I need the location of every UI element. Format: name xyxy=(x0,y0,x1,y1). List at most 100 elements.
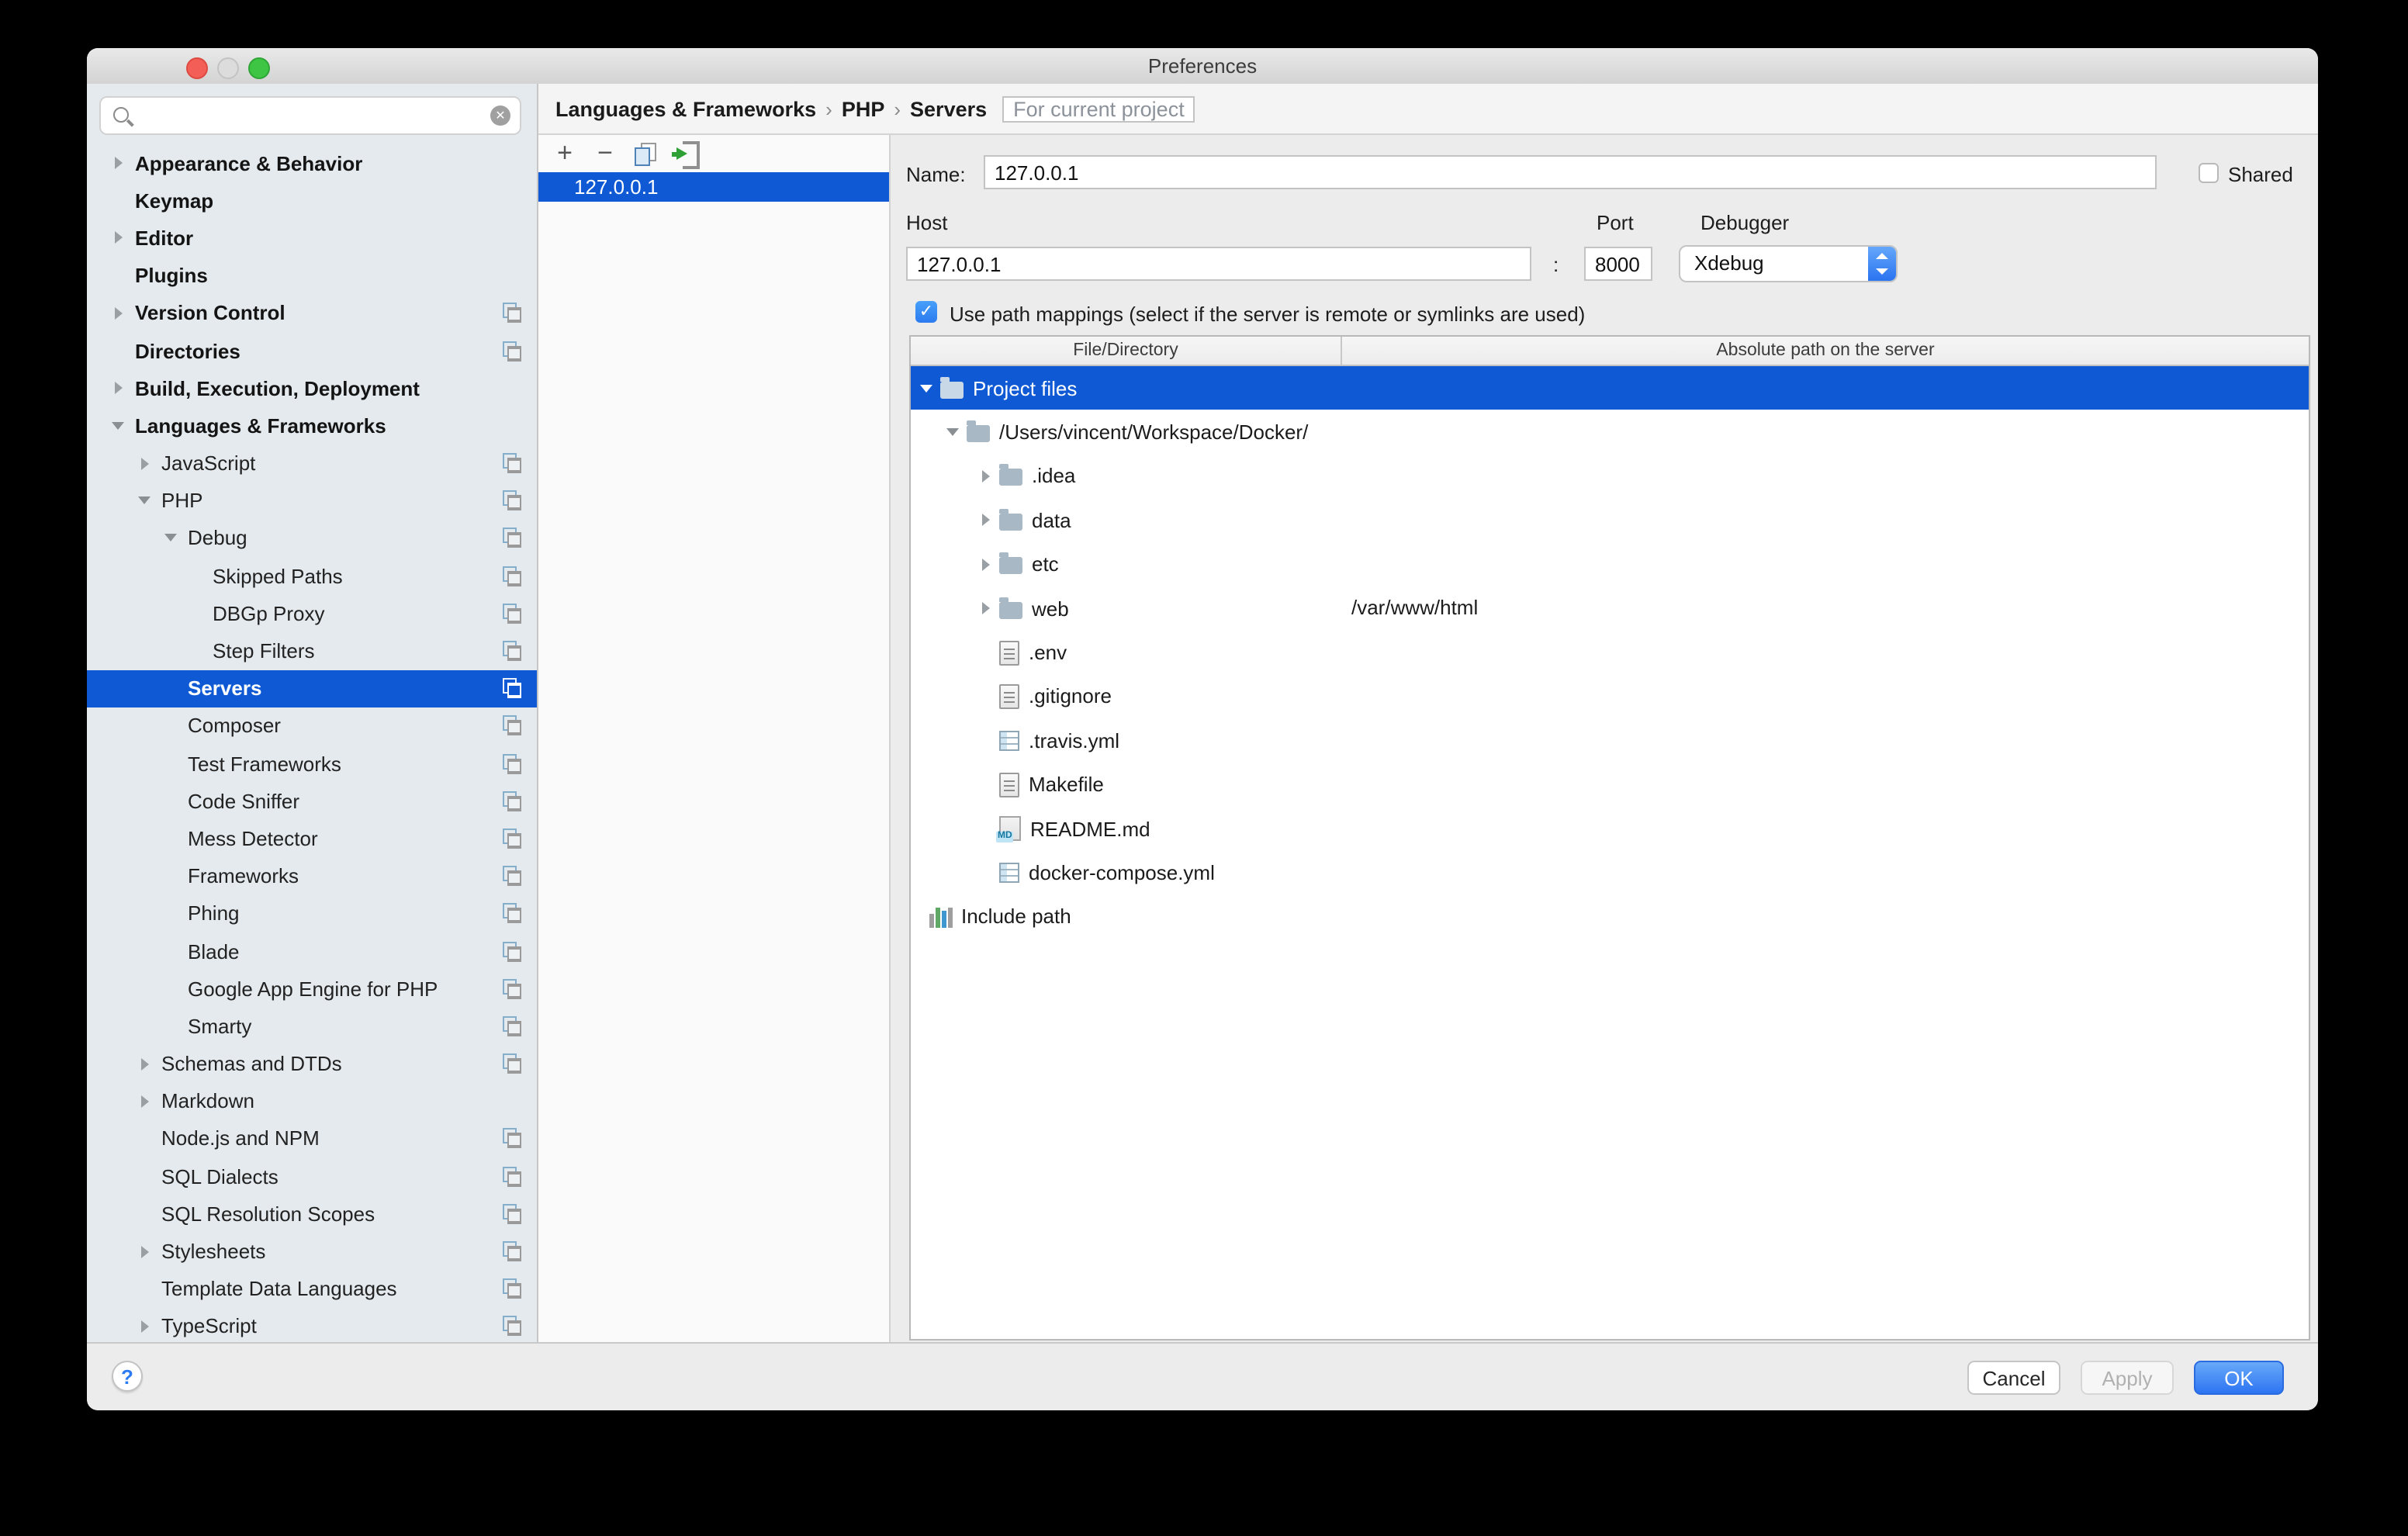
sidebar-item-phing[interactable]: Phing xyxy=(87,895,537,932)
remove-server-button[interactable]: − xyxy=(594,141,616,166)
chevron-right-icon[interactable] xyxy=(140,1245,148,1258)
table-row-env[interactable]: .env xyxy=(911,631,2309,675)
sidebar-item-directories[interactable]: Directories xyxy=(87,332,537,369)
chevron-right-icon[interactable] xyxy=(140,1095,148,1108)
sidebar-item-google-app-engine-php[interactable]: Google App Engine for PHP xyxy=(87,970,537,1007)
breadcrumb-servers[interactable]: Servers xyxy=(910,97,987,120)
chevron-down-icon[interactable] xyxy=(164,534,177,542)
sidebar-item-nodejs-npm[interactable]: Node.js and NPM xyxy=(87,1120,537,1157)
chevron-down-icon[interactable] xyxy=(920,384,932,392)
sidebar-item-javascript[interactable]: JavaScript xyxy=(87,445,537,482)
host-input[interactable] xyxy=(906,247,1531,281)
cancel-button[interactable]: Cancel xyxy=(1967,1361,2060,1395)
absolute-path-cell[interactable]: /var/www/html xyxy=(1351,586,1478,631)
sidebar-item-mess-detector[interactable]: Mess Detector xyxy=(87,820,537,857)
table-row-include-path[interactable]: Include path xyxy=(911,894,2309,939)
sidebar-item-editor[interactable]: Editor xyxy=(87,220,537,257)
table-row-project-files[interactable]: Project files xyxy=(911,366,2309,410)
per-project-icon xyxy=(503,641,523,661)
breadcrumb-languages-frameworks[interactable]: Languages & Frameworks xyxy=(555,97,816,120)
table-row-readme-md[interactable]: README.md xyxy=(911,807,2309,851)
sidebar-item-version-control[interactable]: Version Control xyxy=(87,295,537,332)
server-list-item[interactable]: 127.0.0.1 xyxy=(538,172,889,202)
host-label: Host xyxy=(906,211,947,234)
server-settings-panel: Name: Shared Host Port Debugger : Xdebug… xyxy=(891,135,2318,1344)
chevron-right-icon[interactable] xyxy=(981,602,989,614)
shared-checkbox[interactable] xyxy=(2199,163,2219,183)
sidebar-item-step-filters[interactable]: Step Filters xyxy=(87,632,537,669)
sidebar-item-test-frameworks[interactable]: Test Frameworks xyxy=(87,745,537,782)
ok-button[interactable]: OK xyxy=(2194,1361,2284,1395)
table-row-idea[interactable]: .idea xyxy=(911,455,2309,499)
chevron-right-icon[interactable] xyxy=(981,514,989,527)
sidebar-item-composer[interactable]: Composer xyxy=(87,707,537,745)
table-row-data[interactable]: data xyxy=(911,498,2309,542)
per-project-icon xyxy=(503,1241,523,1261)
host-port-colon: : xyxy=(1553,253,1559,276)
sidebar-item-frameworks[interactable]: Frameworks xyxy=(87,857,537,894)
chevron-down-icon[interactable] xyxy=(138,497,150,505)
chevron-right-icon[interactable] xyxy=(140,1057,148,1070)
name-input[interactable] xyxy=(984,155,2157,189)
table-row-project-root[interactable]: /Users/vincent/Workspace/Docker/ xyxy=(911,410,2309,455)
sidebar-item-skipped-paths[interactable]: Skipped Paths xyxy=(87,557,537,594)
table-row-web[interactable]: web/var/www/html xyxy=(911,586,2309,631)
sidebar-item-blade[interactable]: Blade xyxy=(87,932,537,970)
dialog-footer: ? Cancel Apply OK xyxy=(87,1342,2318,1410)
search-input[interactable] xyxy=(141,101,483,133)
sidebar-item-debug[interactable]: Debug xyxy=(87,520,537,557)
sidebar-item-sql-dialects[interactable]: SQL Dialects xyxy=(87,1157,537,1195)
table-row-gitignore[interactable]: .gitignore xyxy=(911,674,2309,718)
server-list-panel: + − 127.0.0.1 xyxy=(538,135,891,1344)
sidebar-item-languages-frameworks[interactable]: Languages & Frameworks xyxy=(87,407,537,445)
chevron-right-icon[interactable] xyxy=(114,157,122,169)
dropdown-stepper-icon xyxy=(1868,247,1896,281)
sidebar-item-smarty[interactable]: Smarty xyxy=(87,1008,537,1045)
chevron-down-icon[interactable] xyxy=(112,422,124,430)
per-project-icon xyxy=(503,941,523,961)
sidebar-item-plugins[interactable]: Plugins xyxy=(87,257,537,294)
chevron-right-icon[interactable] xyxy=(981,559,989,571)
per-project-icon xyxy=(503,978,523,998)
breadcrumb-php[interactable]: PHP xyxy=(842,97,885,120)
per-project-icon xyxy=(503,604,523,624)
chevron-right-icon[interactable] xyxy=(140,457,148,469)
help-button[interactable]: ? xyxy=(112,1361,143,1392)
per-project-icon xyxy=(503,1166,523,1186)
chevron-down-icon[interactable] xyxy=(946,428,959,436)
sidebar-item-sql-resolution-scopes[interactable]: SQL Resolution Scopes xyxy=(87,1195,537,1233)
chevron-right-icon[interactable] xyxy=(114,232,122,244)
settings-search-box[interactable] xyxy=(99,96,521,135)
sidebar-item-servers[interactable]: Servers xyxy=(87,669,537,707)
sidebar-item-template-data-languages[interactable]: Template Data Languages xyxy=(87,1270,537,1307)
import-from-deployment-button[interactable] xyxy=(675,141,700,166)
chevron-right-icon[interactable] xyxy=(981,470,989,483)
chevron-right-icon[interactable] xyxy=(114,307,122,320)
sidebar-item-dbgp-proxy[interactable]: DBGp Proxy xyxy=(87,595,537,632)
table-row-travis-yml[interactable]: .travis.yml xyxy=(911,718,2309,763)
sidebar-item-schemas-dtds[interactable]: Schemas and DTDs xyxy=(87,1045,537,1082)
sidebar-item-code-sniffer[interactable]: Code Sniffer xyxy=(87,782,537,819)
add-server-button[interactable]: + xyxy=(554,141,576,166)
sidebar-item-stylesheets[interactable]: Stylesheets xyxy=(87,1233,537,1270)
debugger-select[interactable]: Xdebug xyxy=(1679,245,1898,282)
clear-search-icon[interactable] xyxy=(490,106,510,126)
sidebar-item-build-execution-deployment[interactable]: Build, Execution, Deployment xyxy=(87,369,537,406)
use-path-mappings-checkbox[interactable] xyxy=(915,301,937,323)
table-row-makefile[interactable]: Makefile xyxy=(911,763,2309,807)
copy-server-button[interactable] xyxy=(635,142,656,165)
text-file-icon xyxy=(999,640,1019,665)
chevron-right-icon[interactable] xyxy=(114,382,122,394)
port-input[interactable] xyxy=(1584,247,1652,281)
debugger-label: Debugger xyxy=(1700,211,1789,234)
chevron-right-icon[interactable] xyxy=(140,1320,148,1333)
table-row-etc[interactable]: etc xyxy=(911,542,2309,586)
sidebar-item-typescript[interactable]: TypeScript xyxy=(87,1308,537,1345)
per-project-icon xyxy=(503,791,523,811)
sidebar-item-appearance-behavior[interactable]: Appearance & Behavior xyxy=(87,144,537,182)
sidebar-item-keymap[interactable]: Keymap xyxy=(87,182,537,219)
sidebar-item-php[interactable]: PHP xyxy=(87,482,537,519)
table-row-docker-compose-yml[interactable]: docker-compose.yml xyxy=(911,851,2309,895)
sidebar-item-markdown[interactable]: Markdown xyxy=(87,1082,537,1119)
apply-button[interactable]: Apply xyxy=(2081,1361,2174,1395)
